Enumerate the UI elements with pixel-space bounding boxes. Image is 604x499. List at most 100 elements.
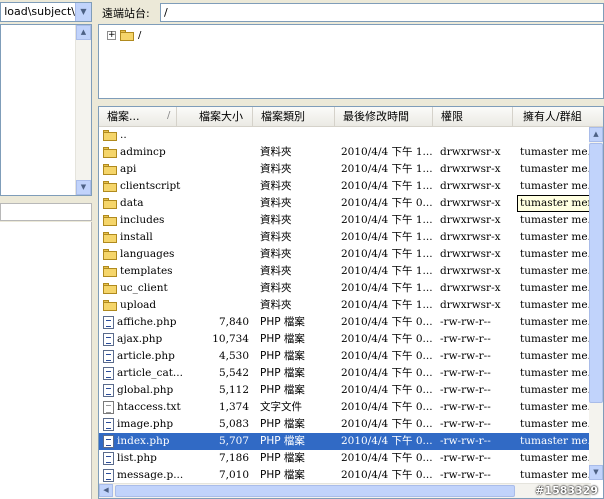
- file-owner: tumaster me...: [520, 469, 590, 481]
- column-header-modified[interactable]: 最後修改時間: [335, 107, 433, 126]
- file-name: htaccess.txt: [103, 399, 213, 416]
- chevron-down-icon[interactable]: ▼: [75, 3, 91, 21]
- file-permissions: -rw-rw-r--: [440, 384, 491, 396]
- file-owner: tumaster me...: [520, 214, 590, 226]
- file-list-hscrollbar[interactable]: ◀: [99, 483, 591, 498]
- file-list-vscrollbar[interactable]: ▲ ▼: [589, 127, 603, 480]
- file-list-header: 檔案... / 檔案大小 檔案類別 最後修改時間 權限 擁有人/群組: [99, 107, 603, 127]
- file-size: 10,734: [212, 333, 249, 345]
- remote-file-list[interactable]: 檔案... / 檔案大小 檔案類別 最後修改時間 權限 擁有人/群組 .. adm…: [98, 106, 604, 499]
- file-row[interactable]: global.php 5,112 PHP 檔案 2010/4/4 下午 0... -rw…: [99, 382, 591, 399]
- file-row[interactable]: list.php 7,186 PHP 檔案 2010/4/4 下午 0... -rw-r…: [99, 450, 591, 467]
- file-name: languages: [103, 246, 213, 263]
- file-permissions: -rw-rw-r--: [440, 350, 491, 362]
- scroll-up-icon[interactable]: ▲: [589, 127, 603, 142]
- file-name-text: api: [120, 163, 137, 175]
- file-permissions: drwxrwsr-x: [440, 163, 501, 175]
- text-file-icon: [103, 401, 114, 414]
- file-name-text: article_cat...: [117, 367, 183, 379]
- file-row[interactable]: install 資料夾 2010/4/4 下午 1... drwxrwsr-x tuma…: [99, 229, 591, 246]
- file-name-text: ajax.php: [117, 333, 163, 345]
- file-name: affiche.php: [103, 314, 213, 331]
- file-type: 資料夾: [260, 248, 292, 260]
- file-row[interactable]: uc_client 資料夾 2010/4/4 下午 1... drwxrwsr-x tu…: [99, 280, 591, 297]
- file-size: [203, 178, 249, 195]
- file-row[interactable]: article_cat... 5,542 PHP 檔案 2010/4/4 下午 0..…: [99, 365, 591, 382]
- file-row[interactable]: index.php 5,707 PHP 檔案 2010/4/4 下午 0... -rw-…: [99, 433, 591, 450]
- folder-icon: [103, 130, 117, 141]
- file-row[interactable]: article.php 4,530 PHP 檔案 2010/4/4 下午 0... -r…: [99, 348, 591, 365]
- file-row[interactable]: upload 資料夾 2010/4/4 下午 1... drwxrwsr-x tumas…: [99, 297, 591, 314]
- local-path-combobox[interactable]: load\subject\ ▼: [0, 2, 92, 22]
- file-size: [203, 144, 249, 161]
- file-row[interactable]: image.php 5,083 PHP 檔案 2010/4/4 下午 0... -rw-…: [99, 416, 591, 433]
- horizontal-scroll-thumb[interactable]: [115, 485, 515, 497]
- file-modified: 2010/4/4 下午 0...: [341, 435, 433, 447]
- file-modified: 2010/4/4 下午 1...: [341, 265, 433, 277]
- file-name-text: includes: [120, 214, 165, 226]
- file-modified: 2010/4/4 下午 1...: [341, 282, 433, 294]
- file-size: 5,707: [218, 435, 249, 447]
- file-owner: tumaster me...: [520, 248, 590, 260]
- local-file-list[interactable]: [0, 222, 92, 499]
- scroll-down-icon[interactable]: ▼: [589, 465, 603, 480]
- file-row[interactable]: message.p... 7,010 PHP 檔案 2010/4/4 下午 0... -…: [99, 467, 591, 484]
- file-permissions: drwxrwsr-x: [440, 180, 501, 192]
- file-name: upload: [103, 297, 213, 314]
- file-modified: 2010/4/4 下午 0...: [341, 367, 433, 379]
- expand-icon[interactable]: +: [107, 30, 116, 40]
- file-type: 資料夾: [260, 163, 292, 175]
- scroll-up-icon[interactable]: ▲: [76, 25, 91, 40]
- scroll-left-icon[interactable]: ◀: [99, 484, 113, 497]
- file-row[interactable]: templates 資料夾 2010/4/4 下午 1... drwxrwsr-x tu…: [99, 263, 591, 280]
- file-owner: tumaster me...: [520, 333, 590, 345]
- file-type: PHP 檔案: [260, 350, 305, 362]
- file-row[interactable]: ajax.php 10,734 PHP 檔案 2010/4/4 下午 0... -rw-…: [99, 331, 591, 348]
- file-name: clientscript: [103, 178, 213, 195]
- file-name-text: admincp: [120, 146, 166, 158]
- file-row[interactable]: affiche.php 7,840 PHP 檔案 2010/4/4 下午 0... -r…: [99, 314, 591, 331]
- sort-indicator-icon: /: [167, 110, 171, 121]
- file-name-text: clientscript: [120, 180, 181, 192]
- folder-icon: [103, 249, 117, 260]
- column-header-type[interactable]: 檔案類別: [253, 107, 335, 126]
- file-row[interactable]: htaccess.txt 1,374 文字文件 2010/4/4 下午 0... -rw…: [99, 399, 591, 416]
- column-header-owner[interactable]: 擁有人/群組: [513, 107, 603, 126]
- file-name-text: languages: [120, 248, 175, 260]
- column-header-size[interactable]: 檔案大小: [177, 107, 253, 126]
- file-row[interactable]: admincp 資料夾 2010/4/4 下午 1... drwxrwsr-x tuma…: [99, 144, 591, 161]
- file-name: index.php: [103, 433, 213, 450]
- column-header-name[interactable]: 檔案...: [99, 107, 177, 126]
- file-type: 資料夾: [260, 146, 292, 158]
- file-row[interactable]: api 資料夾 2010/4/4 下午 1... drwxrwsr-x tumaster…: [99, 161, 591, 178]
- file-name: article_cat...: [103, 365, 213, 382]
- file-size: [203, 212, 249, 229]
- file-type: PHP 檔案: [260, 435, 305, 447]
- remote-directory-tree[interactable]: + /: [98, 24, 604, 99]
- file-name: list.php: [103, 450, 213, 467]
- file-modified: 2010/4/4 下午 0...: [341, 418, 433, 430]
- file-name-text: ..: [120, 129, 127, 141]
- file-row[interactable]: includes 資料夾 2010/4/4 下午 1... drwxrwsr-x tum…: [99, 212, 591, 229]
- vertical-scroll-thumb[interactable]: [589, 143, 603, 403]
- file-name: article.php: [103, 348, 213, 365]
- file-row[interactable]: clientscript 資料夾 2010/4/4 下午 1... drwxrwsr-…: [99, 178, 591, 195]
- remote-site-label: 遠端站台:: [102, 7, 150, 20]
- local-tree-scrollbar[interactable]: ▲ ▼: [75, 25, 91, 195]
- file-modified: 2010/4/4 下午 1...: [341, 163, 433, 175]
- column-header-permissions[interactable]: 權限: [433, 107, 513, 126]
- file-row[interactable]: languages 資料夾 2010/4/4 下午 1... drwxrwsr-x tu…: [99, 246, 591, 263]
- file-row[interactable]: ..: [99, 127, 591, 144]
- file-type: PHP 檔案: [260, 333, 305, 345]
- file-type: 資料夾: [260, 299, 292, 311]
- file-type: PHP 檔案: [260, 418, 305, 430]
- remote-site-input[interactable]: /: [160, 3, 604, 22]
- scroll-down-icon[interactable]: ▼: [76, 180, 91, 195]
- file-permissions: drwxrwsr-x: [440, 197, 501, 209]
- file-name: ajax.php: [103, 331, 213, 348]
- local-list-header: [0, 203, 92, 221]
- folder-icon: [103, 283, 117, 294]
- local-directory-tree[interactable]: ▲ ▼: [0, 24, 92, 196]
- remote-tree-root[interactable]: + /: [107, 27, 141, 43]
- watermark-text: #1583329: [535, 484, 598, 497]
